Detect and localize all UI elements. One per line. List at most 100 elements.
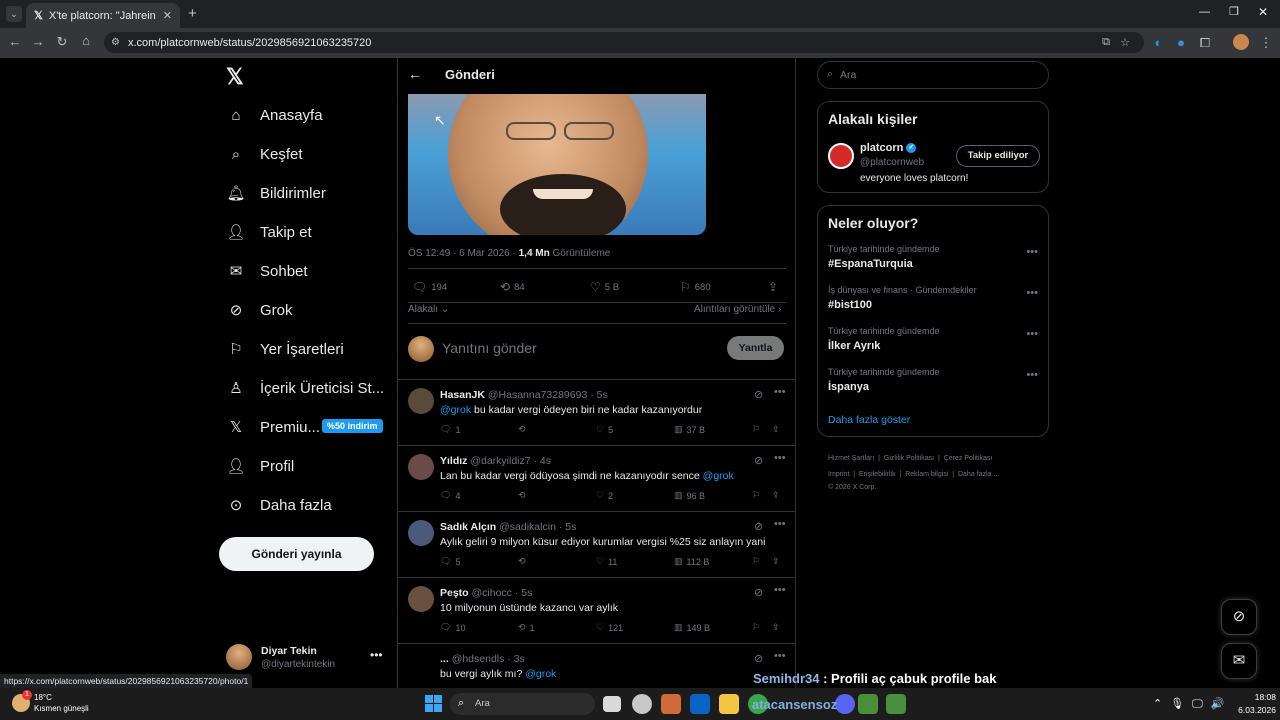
grok-explain-icon[interactable]: ⊘ (754, 586, 763, 599)
like-action[interactable]: ♡ 11 (596, 556, 617, 567)
repost-action[interactable]: ⟲ (518, 490, 530, 501)
tray-icons[interactable]: ⌃🎙︎🖵🔊 (1153, 697, 1232, 711)
sidebar-item-4[interactable]: ✉ Sohbet (226, 254, 308, 288)
reply-tweet[interactable]: Sadık Alçın @sadikalcin · 5s ⊘ ••• Aylık ge… (398, 512, 796, 578)
task-view-icon[interactable] (603, 696, 621, 712)
repost-action[interactable]: ⟲ 1 (518, 622, 535, 633)
mention-link[interactable]: @grok (703, 470, 734, 482)
repost-action[interactable]: ⟲ (518, 556, 530, 567)
app-discord-icon[interactable] (835, 694, 855, 714)
post-timestamp[interactable]: ÖS 12:49 · 6 Mar 2026 · (408, 248, 519, 259)
reply-author[interactable]: HasanJK (440, 389, 485, 401)
share-icon[interactable]: ⇪ (772, 556, 780, 567)
app-riot-icon[interactable] (661, 694, 681, 714)
repost-action[interactable]: ⟲ (518, 424, 530, 435)
clock-time[interactable]: 18:08 (1236, 692, 1276, 702)
footer-link[interactable]: Daha fazla ... (958, 471, 999, 478)
app-obs-icon[interactable] (858, 694, 878, 714)
footer-link[interactable]: Imprint (828, 471, 849, 478)
share-icon[interactable]: ⇪ (772, 622, 780, 633)
reply-author[interactable]: Sadık Alçın (440, 521, 496, 533)
mention-link[interactable]: @grok (525, 668, 556, 680)
taskbar-search[interactable]: ⌕ Ara (450, 693, 595, 715)
extension-2-icon[interactable]: ● (1172, 35, 1190, 50)
clock-date[interactable]: 6.03.2026 (1226, 705, 1276, 715)
app-outlook-icon[interactable] (690, 694, 710, 714)
messages-float-button[interactable]: ✉ (1221, 643, 1257, 679)
sidebar-item-5[interactable]: ⊘ Grok (226, 293, 293, 327)
app-steam-icon[interactable] (632, 694, 652, 714)
back-arrow-icon[interactable]: ← (408, 66, 422, 82)
sidebar-item-10[interactable]: ⊙ Daha fazla (226, 488, 332, 522)
trend-item[interactable]: Türkiye tarihinde gündemde İspanya ••• (828, 367, 1038, 393)
start-button[interactable] (425, 695, 442, 712)
bookmark-icon[interactable]: ⚐ (752, 490, 760, 501)
like-action[interactable]: ♡ 5 B (590, 280, 619, 294)
grok-explain-icon[interactable]: ⊘ (754, 652, 763, 665)
reply-tweet[interactable]: Peşto @cihocc · 5s ⊘ ••• 10 milyonun üstünd… (398, 578, 796, 644)
home-page-icon[interactable]: ⌂ (77, 33, 95, 48)
sidebar-item-2[interactable]: 🔔︎ Bildirimler (226, 176, 325, 210)
forward-icon[interactable]: → (29, 34, 47, 49)
bookmark-star-icon[interactable]: ☆ (1120, 36, 1130, 49)
reply-action[interactable]: 🗨︎ 4 (440, 490, 460, 501)
platcorn-avatar[interactable] (828, 143, 854, 169)
new-tab-button[interactable]: + (188, 5, 197, 22)
grok-explain-icon[interactable]: ⊘ (754, 520, 763, 533)
person-name-row[interactable]: platcorn ✓ (860, 142, 917, 154)
reload-icon[interactable]: ↻ (53, 34, 71, 50)
footer-link[interactable]: Erişilebilirlik (859, 471, 896, 478)
share-icon[interactable]: ⇪ (772, 490, 780, 501)
trend-more-icon[interactable]: ••• (1026, 369, 1038, 381)
reply-avatar[interactable] (408, 388, 434, 414)
footer-link[interactable]: Hizmet Şartları (828, 455, 874, 462)
reply-avatar[interactable] (408, 652, 434, 678)
reply-avatar[interactable] (408, 520, 434, 546)
app-explorer-icon[interactable] (719, 694, 739, 714)
trend-more-icon[interactable]: ••• (1026, 287, 1038, 299)
reply-input[interactable]: Yanıtını gönder (442, 340, 537, 356)
bookmark-action[interactable]: ⚐ 680 (680, 280, 711, 294)
account-switcher[interactable]: Diyar Tekin @diyartekintekin ••• (226, 642, 386, 674)
search-box[interactable]: ⌕ Ara (817, 61, 1049, 89)
app-game-icon[interactable] (886, 694, 906, 714)
reply-tweet[interactable]: ... @hdsendls · 3s ⊘ ••• bu vergi aylık mı?… (398, 644, 796, 688)
browser-tab[interactable]: 𝕏 X'te platcorn: "Jahrein ödediği ... ✕ (26, 3, 180, 28)
maximize-button[interactable]: ❐ (1229, 5, 1239, 18)
sidebar-item-1[interactable]: ⌕ Keşfet (226, 137, 303, 171)
trend-item[interactable]: Türkiye tarihinde gündemde İlker Ayrık ••• (828, 326, 1038, 352)
reply-more-icon[interactable]: ••• (774, 650, 786, 662)
trend-item[interactable]: İş dünyası ve finans · Gündemdekiler #bis… (828, 285, 1038, 311)
share-icon[interactable]: ⇪ (772, 424, 780, 435)
install-icon[interactable]: ⧉ (1102, 36, 1110, 49)
show-more-link[interactable]: Daha fazla göster (828, 414, 910, 426)
grok-explain-icon[interactable]: ⊘ (754, 388, 763, 401)
sidebar-item-9[interactable]: 👤︎ Profil (226, 449, 294, 483)
like-action[interactable]: ♡ 2 (596, 490, 613, 501)
reply-action[interactable]: 🗨︎ 1 (440, 424, 460, 435)
reply-tweet[interactable]: HasanJK @Hasanna73289693 · 5s ⊘ ••• @grok b… (398, 380, 796, 446)
sidebar-item-3[interactable]: 👤︎ Takip et (226, 215, 311, 249)
address-bar[interactable]: ⚙ x.com/platcornweb/status/2029856921063… (104, 32, 1144, 53)
mention-link[interactable]: @grok (440, 404, 471, 416)
footer-link[interactable]: Çerez Politikası (944, 455, 993, 462)
tab-list-button[interactable]: ⌄ (6, 6, 22, 22)
sidebar-item-8[interactable]: 𝕏 Premiu... (226, 410, 320, 444)
post-media-image[interactable] (408, 94, 706, 235)
reply-action[interactable]: 🗨︎ 194 (412, 280, 447, 294)
reply-author[interactable]: Yıldız (440, 455, 467, 467)
sidebar-item-7[interactable]: ♙ İçerik Üreticisi St... (226, 371, 384, 405)
sidebar-item-0[interactable]: ⌂ Anasayfa (226, 98, 322, 132)
following-button[interactable]: Takip ediliyor (956, 145, 1040, 167)
bookmark-icon[interactable]: ⚐ (752, 622, 760, 633)
bookmark-icon[interactable]: ⚐ (752, 556, 760, 567)
reply-more-icon[interactable]: ••• (774, 518, 786, 530)
share-icon[interactable]: ⇪ (768, 280, 778, 294)
reply-tweet[interactable]: Yıldız @darkyildiz7 · 4s ⊘ ••• Lan bu kadar… (398, 446, 796, 512)
back-icon[interactable]: ← (6, 34, 24, 49)
bookmark-icon[interactable]: ⚐ (752, 424, 760, 435)
weather-widget[interactable]: 1 18°C Kısmen güneşli (12, 690, 112, 718)
views-action[interactable]: ▥ 112 B (674, 556, 709, 567)
close-window-button[interactable]: ✕ (1258, 5, 1268, 19)
minimize-button[interactable]: — (1199, 6, 1210, 18)
